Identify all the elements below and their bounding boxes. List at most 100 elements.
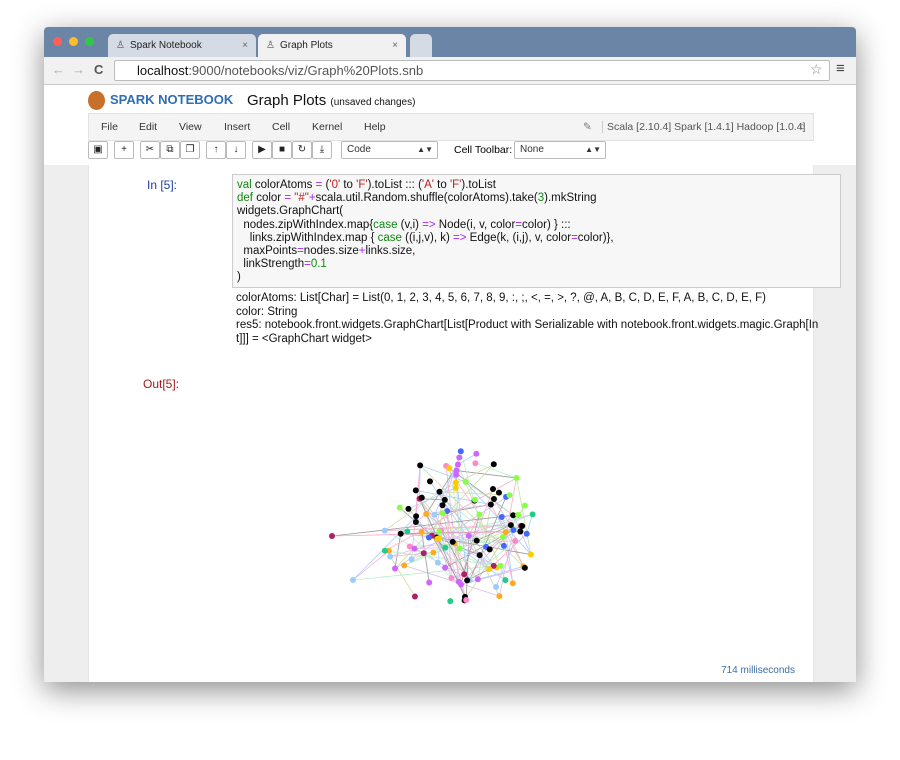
graph-node[interactable] — [512, 537, 519, 544]
graph-node[interactable] — [441, 496, 448, 503]
address-bar[interactable]: localhost:9000/notebooks/viz/Graph%20Plo… — [114, 60, 830, 81]
forward-icon[interactable]: → — [72, 62, 85, 77]
graph-node[interactable] — [411, 545, 418, 552]
graph-node[interactable] — [502, 577, 509, 584]
graph-node[interactable] — [449, 538, 456, 545]
graph-node[interactable] — [457, 448, 464, 455]
graph-node[interactable] — [529, 511, 536, 518]
code-editor[interactable]: val colorAtoms = ('0' to 'F').toList :::… — [232, 174, 841, 288]
graph-node[interactable] — [436, 528, 443, 535]
graph-node[interactable] — [417, 462, 424, 469]
graph-node[interactable] — [476, 552, 483, 559]
graph-node[interactable] — [412, 519, 419, 526]
minimize-window-button[interactable] — [69, 37, 78, 46]
graph-node[interactable] — [439, 510, 446, 517]
graph-node[interactable] — [487, 501, 494, 508]
graph-node[interactable] — [387, 553, 394, 560]
menu-icon[interactable]: ≡ — [836, 60, 845, 77]
graph-node[interactable] — [436, 535, 443, 542]
menu-edit[interactable]: Edit — [139, 121, 157, 133]
graph-node[interactable] — [498, 514, 505, 521]
bookmark-star-icon[interactable]: ☆ — [810, 61, 823, 78]
graph-node[interactable] — [453, 467, 460, 474]
graph-node[interactable] — [490, 461, 497, 468]
close-window-button[interactable] — [53, 37, 62, 46]
graph-node[interactable] — [396, 504, 403, 511]
graph-node[interactable] — [456, 545, 463, 552]
graph-node[interactable] — [447, 598, 454, 605]
graph-node[interactable] — [472, 460, 479, 467]
graph-node[interactable] — [329, 533, 335, 539]
graph-node[interactable] — [476, 511, 483, 518]
move-down-button[interactable]: ↓ — [226, 141, 246, 159]
graph-node[interactable] — [426, 478, 433, 485]
clear-output-button[interactable]: ⤓ — [312, 141, 332, 159]
graph-node[interactable] — [523, 530, 530, 537]
graph-node[interactable] — [506, 492, 513, 499]
graph-node[interactable] — [486, 546, 493, 553]
graph-node[interactable] — [456, 454, 463, 461]
menu-insert[interactable]: Insert — [224, 121, 250, 133]
graph-node[interactable] — [431, 511, 438, 518]
save-button[interactable]: ▣ — [88, 141, 108, 159]
cut-button[interactable]: ✂ — [140, 141, 160, 159]
graph-node[interactable] — [521, 502, 528, 509]
graph-node[interactable] — [527, 551, 534, 558]
graph-node[interactable] — [430, 549, 437, 556]
graph-node[interactable] — [413, 513, 420, 520]
new-tab-button[interactable] — [410, 34, 432, 57]
graph-node[interactable] — [408, 556, 415, 563]
graph-node[interactable] — [510, 527, 517, 534]
graph-node[interactable] — [519, 523, 526, 530]
menu-help[interactable]: Help — [364, 121, 386, 133]
graph-node[interactable] — [381, 547, 388, 554]
graph-node[interactable] — [442, 544, 449, 551]
graph-node[interactable] — [461, 571, 468, 578]
graph-node[interactable] — [462, 478, 469, 485]
graph-node[interactable] — [392, 565, 399, 572]
graph-node[interactable] — [442, 564, 449, 571]
graph-node[interactable] — [448, 574, 455, 581]
graph-node[interactable] — [490, 495, 497, 502]
graph-node[interactable] — [502, 529, 509, 536]
graph-node[interactable] — [401, 562, 408, 569]
graph-node[interactable] — [517, 528, 524, 535]
cell-type-select[interactable]: Code ▲▼ — [341, 141, 438, 159]
graph-node[interactable] — [495, 489, 502, 496]
tab-spark-notebook[interactable]: ♙ Spark Notebook × — [108, 34, 256, 57]
graph-node[interactable] — [411, 593, 418, 600]
graph-node[interactable] — [515, 511, 522, 518]
menu-cell[interactable]: Cell — [272, 121, 290, 133]
menu-view[interactable]: View — [179, 121, 202, 133]
cell-toolbar-select[interactable]: None ▲▼ — [514, 141, 606, 159]
graph-node[interactable] — [436, 488, 443, 495]
graph-node[interactable] — [426, 579, 433, 586]
close-tab-icon[interactable]: × — [392, 34, 398, 57]
graph-node[interactable] — [521, 564, 528, 571]
graph-node[interactable] — [418, 494, 425, 501]
graph-node[interactable] — [452, 479, 459, 486]
run-button[interactable]: ▶ — [252, 141, 272, 159]
graph-node[interactable] — [404, 528, 411, 535]
graph-node[interactable] — [464, 577, 471, 584]
add-cell-button[interactable]: + — [114, 141, 134, 159]
graph-node[interactable] — [513, 474, 520, 481]
graph-node[interactable] — [471, 496, 478, 503]
graph-node[interactable] — [463, 597, 470, 604]
graph-node[interactable] — [412, 487, 419, 494]
graph-node[interactable] — [423, 510, 430, 517]
maximize-window-button[interactable] — [85, 37, 94, 46]
page-title[interactable]: Graph Plots (unsaved changes) — [247, 92, 415, 109]
graph-node[interactable] — [439, 502, 446, 509]
menu-kernel[interactable]: Kernel — [312, 121, 342, 133]
graph-node[interactable] — [473, 537, 480, 544]
graph-node[interactable] — [420, 550, 427, 557]
graph-node[interactable] — [446, 465, 453, 472]
paste-button[interactable]: ❐ — [180, 141, 200, 159]
graph-node[interactable] — [497, 562, 504, 569]
graph-node[interactable] — [452, 484, 459, 491]
restart-button[interactable]: ↻ — [292, 141, 312, 159]
graph-node[interactable] — [465, 532, 472, 539]
move-up-button[interactable]: ↑ — [206, 141, 226, 159]
graph-node[interactable] — [418, 528, 425, 535]
